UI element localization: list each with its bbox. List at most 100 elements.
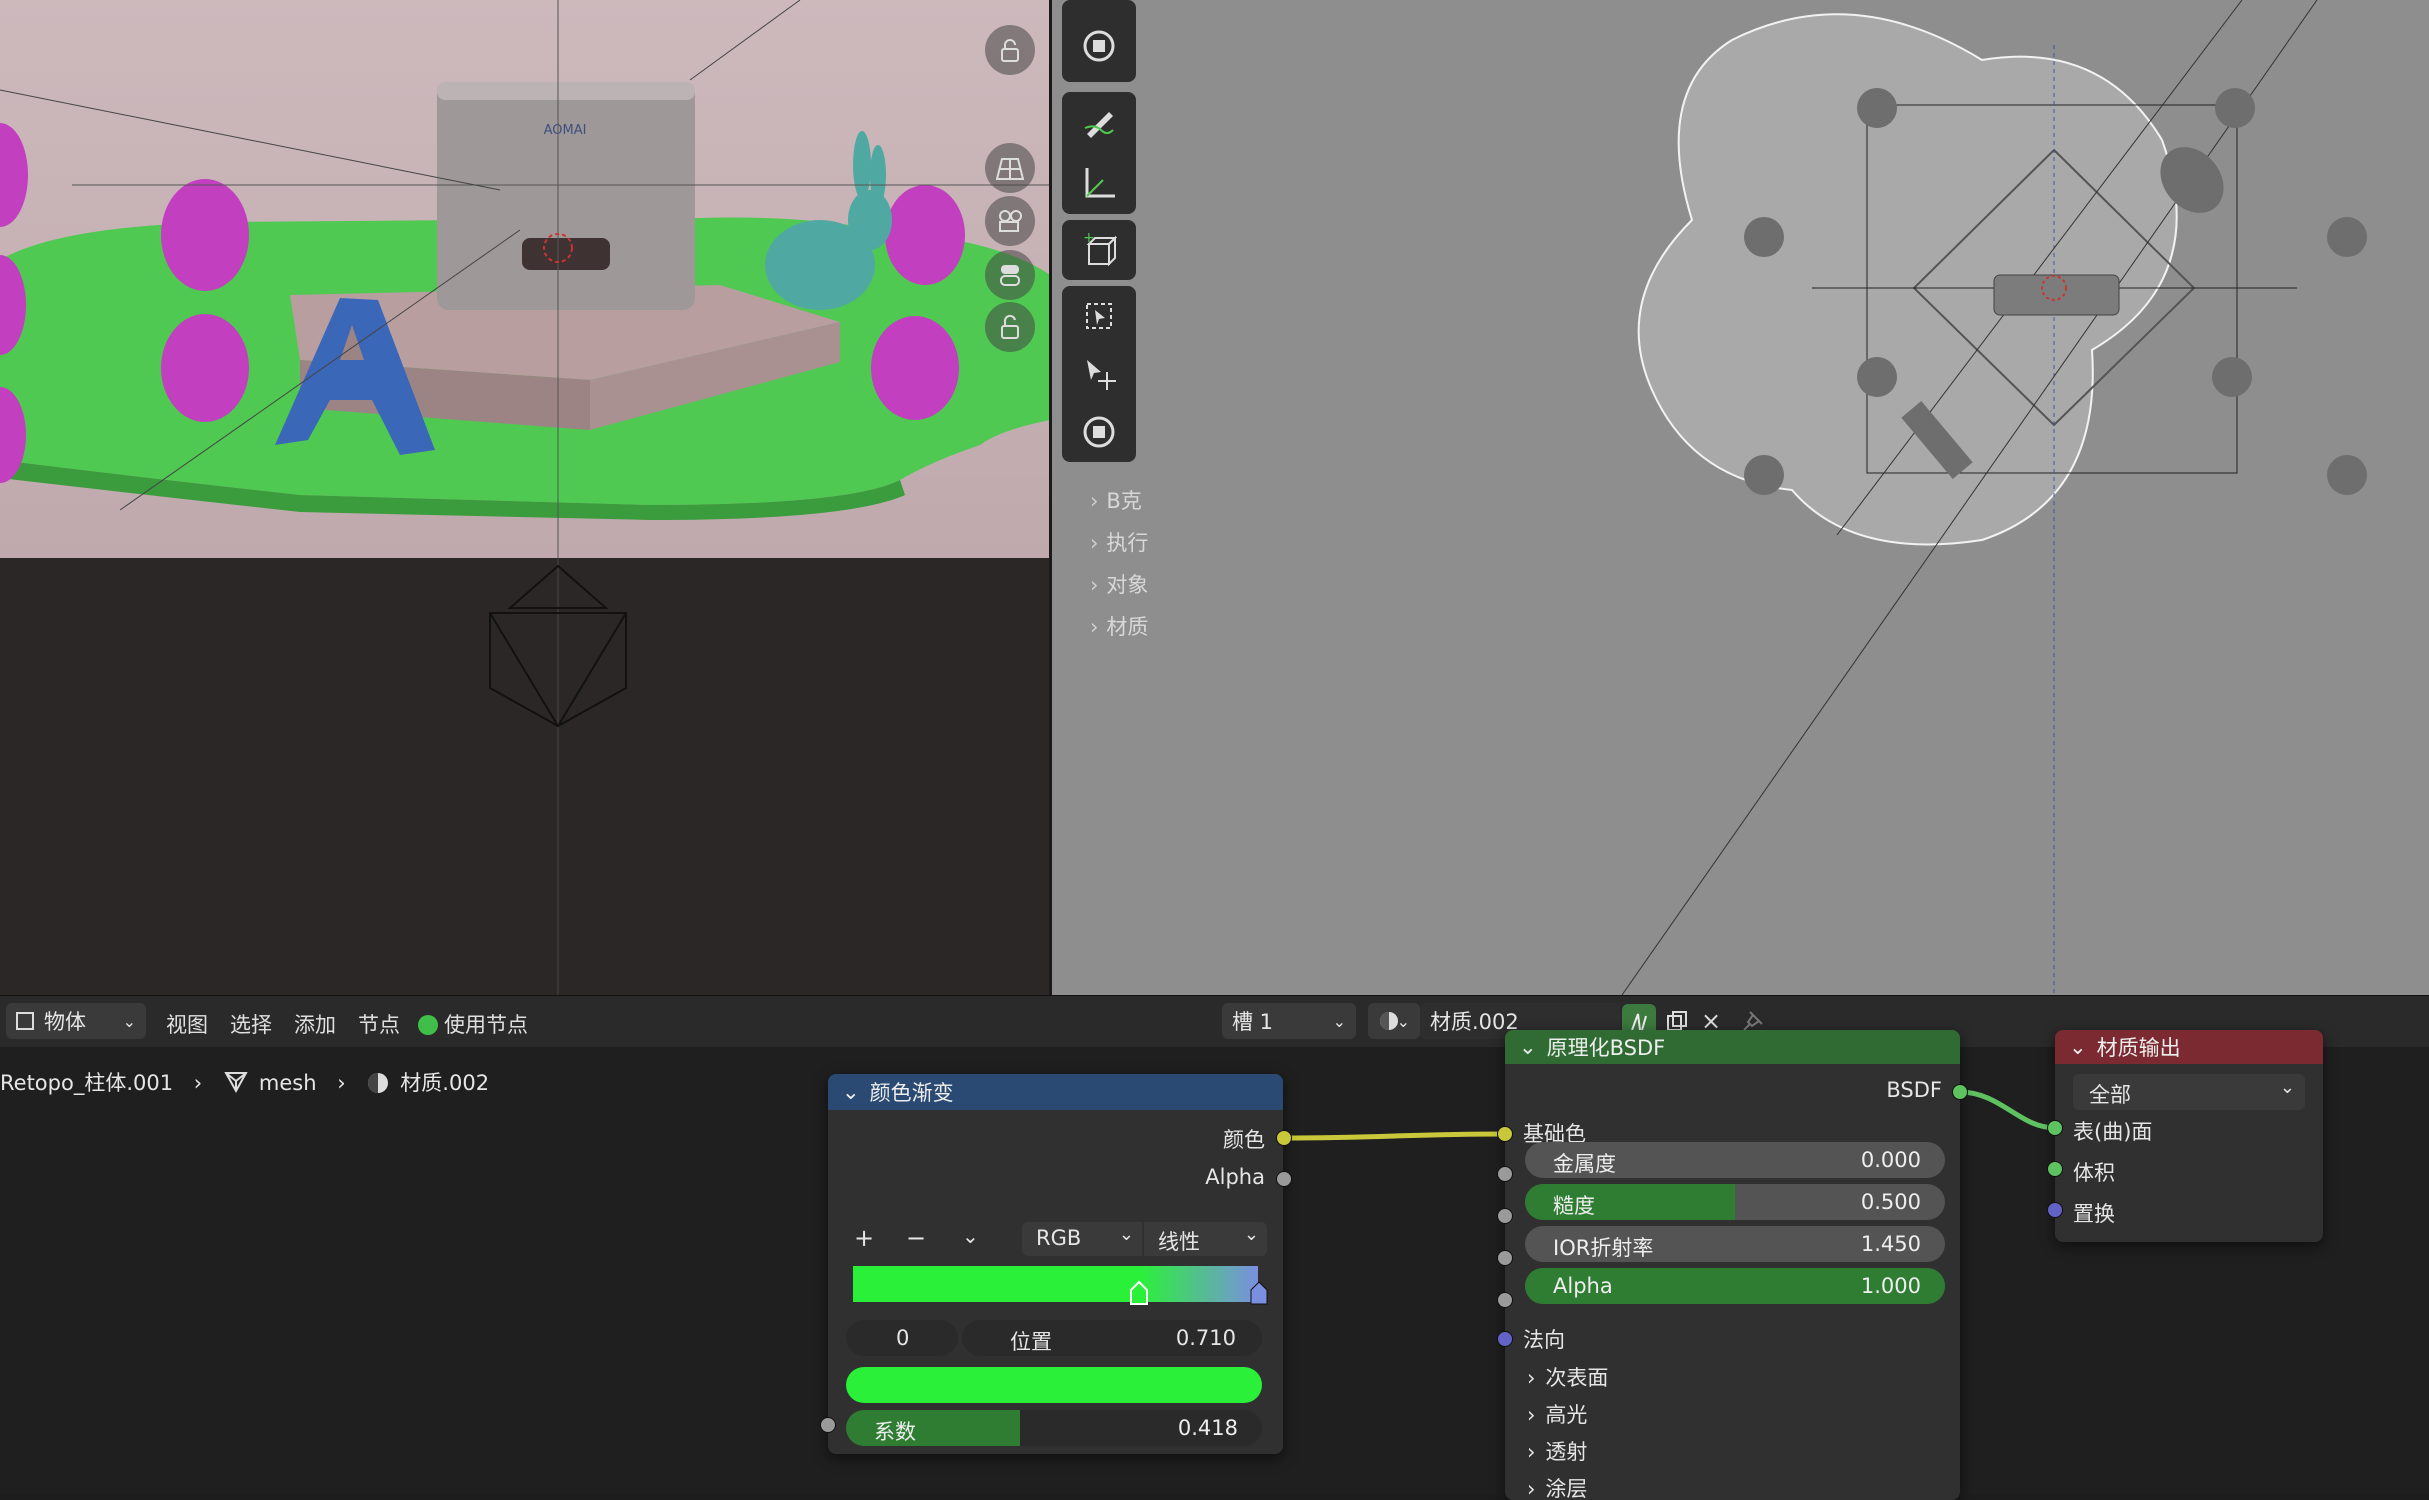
base-color-socket[interactable] [1497,1126,1513,1142]
duplicate-icon [1667,1011,1687,1031]
chevron-down-icon: ⌄ [1243,1224,1259,1245]
position-value: 0.710 [1175,1326,1236,1350]
add-stop-icon[interactable]: + [854,1224,874,1252]
panel-label: 次表面 [1545,1366,1609,1390]
chevron-down-icon[interactable]: ⌄ [962,1224,979,1248]
volume-label: 体积 [2073,1161,2115,1185]
metallic-socket[interactable] [1497,1166,1513,1182]
surface-socket[interactable] [2047,1120,2063,1136]
annotate-tool-icon[interactable] [1068,92,1130,152]
displacement-socket[interactable] [2047,1202,2063,1218]
alpha-value: 1.000 [1860,1274,1921,1298]
interpolation-select[interactable]: 线性 ⌄ [1144,1222,1267,1256]
roughness-socket[interactable] [1497,1208,1513,1224]
slot-dropdown[interactable]: 槽 1 ⌄ [1222,1003,1356,1039]
top-view-scene [1052,0,2429,995]
top-viewport[interactable] [1052,0,2429,995]
add-cube-tool-icon[interactable]: + [1068,220,1130,280]
roughness-field[interactable]: 糙度 0.500 [1525,1184,1945,1220]
alpha-label: Alpha [1553,1274,1613,1298]
panel-coat[interactable]: › 涂层 [1527,1473,1587,1500]
node-title: 材质输出 [2096,1036,2181,1060]
color-ramp-node[interactable]: ⌄ 颜色渐变 颜色 Alpha + − ⌄ RGB ⌄ 线性 ⌄ 0 位置 0.… [828,1074,1283,1454]
menu-view[interactable]: 视图 [166,1009,208,1039]
output-color-label: 颜色 [1223,1128,1265,1152]
ramp-stop-end[interactable] [1250,1280,1268,1306]
normal-socket[interactable] [1497,1331,1513,1347]
bsdf-node-header[interactable]: ⌄ 原理化BSDF [1505,1030,1960,1064]
stop-color-swatch[interactable] [846,1367,1262,1403]
surface-label: 表(曲)面 [2073,1120,2153,1144]
factor-fill [846,1410,1020,1446]
material-browse-button[interactable]: ⌄ [1368,1003,1420,1039]
chevron-down-icon: ⌄ [842,1080,860,1104]
volume-socket[interactable] [2047,1161,2063,1177]
panel-specular[interactable]: › 高光 [1527,1399,1587,1429]
remove-stop-icon[interactable]: − [906,1224,926,1252]
color-ramp-node-header[interactable]: ⌄ 颜色渐变 [828,1074,1283,1110]
render-viewport[interactable]: AOMAI [0,0,1050,558]
panel-item-1[interactable]: › 执行 [1090,527,1148,557]
alpha-field[interactable]: Alpha 1.000 [1525,1268,1945,1304]
panel-label: 透射 [1545,1440,1588,1464]
ior-socket[interactable] [1497,1250,1513,1266]
chevron-right-icon: › [1527,1403,1536,1427]
ior-value: 1.450 [1860,1232,1921,1256]
menu-select[interactable]: 选择 [230,1009,272,1039]
position-label: 位置 [1010,1330,1052,1354]
factor-field[interactable]: 系数 0.418 [846,1410,1262,1446]
use-nodes-toggle[interactable]: 使用节点 [418,1009,528,1039]
move-cursor-tool-icon[interactable] [1068,344,1130,404]
render-scene: AOMAI [0,0,1050,558]
annotate-tool-group [1062,92,1136,214]
panel-item-label: B克 [1106,489,1142,513]
metallic-field[interactable]: 金属度 0.000 [1525,1142,1945,1178]
camera-view-icon[interactable] [985,196,1035,246]
ramp-stop-active[interactable] [1130,1280,1148,1306]
active-stop-index[interactable]: 0 [846,1320,958,1356]
factor-label: 系数 [874,1420,916,1444]
slot-label: 槽 1 [1232,1010,1274,1034]
toggle-view-icon[interactable] [985,250,1035,300]
menu-node[interactable]: 节点 [358,1009,400,1039]
bsdf-output-socket[interactable] [1952,1084,1968,1100]
transform-tool-icon[interactable] [1068,16,1130,76]
node-title: 原理化BSDF [1546,1036,1666,1060]
viewport-bottom-area[interactable] [0,558,1050,995]
ior-field[interactable]: IOR折射率 1.450 [1525,1226,1945,1262]
panel-item-2[interactable]: › 对象 [1090,569,1148,599]
rotate-tool-icon[interactable] [1068,402,1130,462]
alpha-output-socket[interactable] [1276,1171,1292,1187]
output-node-header[interactable]: ⌄ 材质输出 [2055,1030,2323,1064]
color-ramp-bar[interactable] [853,1266,1258,1302]
color-mode-select[interactable]: RGB ⌄ [1022,1222,1142,1256]
panel-item-0[interactable]: › B克 [1090,485,1142,515]
measure-tool-icon[interactable] [1068,152,1130,212]
menu-add[interactable]: 添加 [294,1009,336,1039]
stop-position-field[interactable]: 位置 0.710 [962,1320,1262,1356]
principled-bsdf-node[interactable]: ⌄ 原理化BSDF BSDF 基础色 金属度 0.000 糙度 0.500 IO… [1505,1030,1960,1500]
color-output-socket[interactable] [1276,1130,1292,1146]
alpha-socket[interactable] [1497,1292,1513,1308]
displacement-label: 置换 [2073,1202,2115,1226]
chevron-down-icon: ⌄ [122,1011,136,1031]
unlock-icon[interactable] [985,302,1035,352]
material-output-node[interactable]: ⌄ 材质输出 全部 ⌄ 表(曲)面 体积 置换 [2055,1030,2323,1242]
chevron-right-icon: › [1527,1366,1536,1390]
target-select[interactable]: 全部 ⌄ [2073,1074,2305,1110]
factor-input-socket[interactable] [820,1417,836,1433]
chevron-down-icon: ⌄ [1332,1011,1346,1031]
use-nodes-label: 使用节点 [444,1013,528,1037]
panel-subsurface[interactable]: › 次表面 [1527,1362,1608,1392]
factor-value: 0.418 [1177,1416,1238,1440]
panel-item-3[interactable]: › 材质 [1090,611,1148,641]
metallic-value: 0.000 [1860,1148,1921,1172]
lock-icon[interactable] [985,25,1035,75]
select-box-tool-icon[interactable] [1068,286,1130,346]
output-alpha-label: Alpha [1205,1165,1265,1189]
perspective-grid-icon[interactable] [985,143,1035,193]
chevron-down-icon: ⌄ [2069,1035,2087,1059]
normal-label: 法向 [1523,1328,1565,1352]
panel-transmission[interactable]: › 透射 [1527,1436,1587,1466]
mode-dropdown[interactable]: 物体 ⌄ [6,1003,146,1039]
